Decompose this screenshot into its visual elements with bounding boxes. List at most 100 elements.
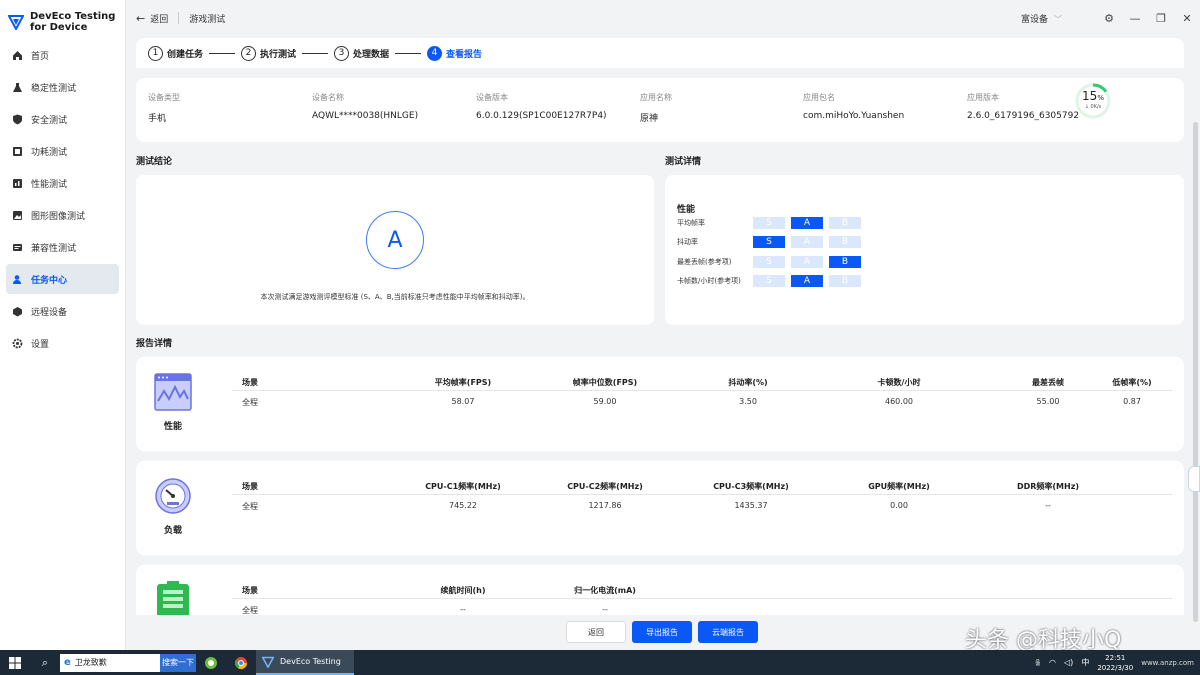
ime-icon[interactable]: 中: [1081, 657, 1089, 668]
sidebar-nav: 首页 稳定性测试 安全测试 功耗测试 性能测试 图形图像测试 兼容性测试 任务中…: [0, 40, 125, 358]
sidebar-item-graphics[interactable]: 图形图像测试: [6, 200, 119, 230]
info-label: 应用版本: [967, 93, 999, 102]
header-cell: 最差丢帧: [1032, 378, 1064, 387]
card-caption: 负载: [163, 526, 182, 536]
table-cell: 全程: [242, 606, 258, 615]
back-link[interactable]: ← 返回: [136, 12, 168, 25]
grade-chip-s: S: [753, 256, 785, 268]
grade-chip-a: A: [791, 256, 823, 268]
restore-icon[interactable]: ❐: [1148, 12, 1174, 25]
report-card-battery: 场景 续航时间(h) 归一化电流(mA) 全程 -- --: [136, 565, 1184, 615]
device-select-value: 富设备: [1021, 15, 1049, 25]
grade-row: 平均帧率 S A B: [677, 217, 867, 229]
header-cell: 场景: [242, 378, 258, 387]
table-row: 全程 58.07 59.00 3.50 460.00 55.00 0.87: [232, 397, 1172, 411]
clock[interactable]: 22:51 2022/3/30: [1097, 653, 1133, 673]
clock-time: 22:51: [1105, 653, 1126, 662]
side-tab-handle[interactable]: [1188, 466, 1200, 492]
grade-row-label: 卡帧数/小时(参考项): [677, 277, 741, 285]
step-1: 1 创建任务: [148, 45, 203, 61]
info-label: 设备类型: [148, 93, 180, 102]
sidebar: DevEco Testing for Device 首页 稳定性测试 安全测试 …: [0, 0, 126, 650]
chevron-down-icon: ﹀: [1054, 15, 1063, 24]
info-device-version: 设备版本 6.0.0.129(SP1C00E127R7P4): [476, 92, 607, 121]
header-cell: DDR频率(MHz): [1016, 482, 1080, 491]
shield-icon: [12, 114, 23, 125]
step-3: 3 处理数据: [334, 45, 389, 61]
info-device-name: 设备名称 AQWL****0038(HNLGE): [312, 92, 418, 121]
export-report-button[interactable]: 导出报告: [632, 621, 692, 643]
table-cell: 58.07: [451, 397, 475, 406]
report-card-performance: 性能 场景 平均帧率(FPS) 帧率中位数(FPS) 抖动率(%) 卡顿数/小时…: [136, 357, 1184, 451]
header-cell: 场景: [242, 482, 258, 491]
grade-row-label: 抖动率: [677, 238, 698, 246]
table-header: 场景 CPU-C1频率(MHz) CPU-C2频率(MHz) CPU-C3频率(…: [232, 481, 1172, 495]
table-cell: --: [460, 605, 466, 614]
sidebar-item-label: 设置: [31, 339, 50, 350]
sidebar-item-label: 性能测试: [31, 179, 68, 190]
table-cell: 1435.37: [734, 501, 768, 510]
table-header: 场景 平均帧率(FPS) 帧率中位数(FPS) 抖动率(%) 卡顿数/小时 最差…: [232, 377, 1172, 391]
card-caption: 性能: [163, 422, 182, 432]
people-icon[interactable]: ꆜ: [1035, 657, 1041, 668]
table-row: 全程 -- --: [232, 605, 1172, 615]
settings-gear-icon[interactable]: ⚙: [1096, 12, 1122, 25]
grade-row: 卡帧数/小时(参考项) S A B: [677, 275, 867, 287]
minimize-icon[interactable]: —: [1122, 12, 1148, 25]
step-label: 执行测试: [260, 49, 297, 60]
info-value: AQWL****0038(HNLGE): [312, 111, 419, 121]
sidebar-item-performance[interactable]: 性能测试: [6, 168, 119, 198]
step-number: 3: [334, 45, 350, 61]
taskbar-search-input[interactable]: e 卫龙致歉: [60, 653, 160, 672]
power-icon: [12, 146, 23, 157]
grade-row: 抖动率 S A B: [677, 236, 867, 248]
info-value: 手机: [148, 114, 167, 124]
header-cell: CPU-C2频率(MHz): [567, 482, 643, 491]
close-icon[interactable]: ✕: [1174, 12, 1200, 25]
sidebar-item-security[interactable]: 安全测试: [6, 104, 119, 134]
table-cell: 3.50: [739, 397, 757, 406]
table-header: 场景 续航时间(h) 归一化电流(mA): [232, 585, 1172, 599]
scrollbar[interactable]: [1193, 122, 1198, 622]
sidebar-item-label: 远程设备: [31, 307, 68, 318]
windows-start-icon[interactable]: [0, 656, 30, 669]
info-value: 6.0.0.129(SP1C00E127R7P4): [476, 111, 607, 121]
grade-chip-s: S: [753, 236, 785, 248]
sidebar-item-settings[interactable]: 设置: [6, 328, 119, 358]
report-title: 报告详情: [136, 339, 173, 349]
step-2: 2 执行测试: [241, 45, 297, 61]
taskbar-active-app[interactable]: DevEco Testing: [256, 650, 354, 675]
volume-icon[interactable]: ◁): [1064, 658, 1073, 667]
page-title: 游戏测试: [189, 14, 226, 25]
device-select[interactable]: 富设备 ﹀: [1021, 12, 1062, 25]
sidebar-item-power[interactable]: 功耗测试: [6, 136, 119, 166]
sidebar-item-stability[interactable]: 稳定性测试: [6, 72, 119, 102]
sidebar-item-compat[interactable]: 兼容性测试: [6, 232, 119, 262]
grade-chip-a: A: [791, 275, 823, 287]
clock-date: 2022/3/30: [1097, 663, 1134, 672]
grade-chip-b: B: [829, 275, 861, 287]
speedometer-icon: [155, 478, 191, 514]
sidebar-item-home[interactable]: 首页: [6, 40, 119, 70]
brand-line1: DevEco Testing: [30, 10, 116, 22]
gauge-speed: ↓ 0K/s: [1084, 104, 1102, 110]
cloud-report-button[interactable]: 云端报告: [698, 621, 758, 643]
image-icon: [12, 210, 23, 221]
header-cell: CPU-C1频率(MHz): [425, 482, 501, 491]
taskbar-search-button[interactable]: 搜索一下: [160, 653, 196, 672]
step-connector: [209, 52, 236, 54]
conclusion-text: 本次测试满足游戏测评模型标准 (S、A、B,当前标准只考虑性能中平均帧率和抖动率…: [260, 293, 530, 301]
sidebar-item-remote[interactable]: 远程设备: [6, 296, 119, 326]
table-cell: 745.22: [449, 501, 477, 510]
detail-heading: 性能: [677, 205, 696, 215]
green-app-icon[interactable]: [196, 656, 226, 670]
wifi-icon[interactable]: ◠: [1049, 658, 1056, 667]
sidebar-item-task-center[interactable]: 任务中心: [6, 264, 119, 294]
brand: DevEco Testing for Device: [0, 0, 125, 36]
table-cell: 全程: [242, 398, 258, 407]
search-icon[interactable]: ⌕: [30, 656, 60, 670]
back-button[interactable]: 返回: [566, 621, 626, 643]
chrome-icon[interactable]: [226, 656, 256, 670]
header-cell: 抖动率(%): [728, 378, 768, 387]
detail-card: 性能 平均帧率 S A B 抖动率 S A B 最差丢帧(参考项) S A B 卡帧数/小时(参考项) S…: [665, 175, 1184, 325]
